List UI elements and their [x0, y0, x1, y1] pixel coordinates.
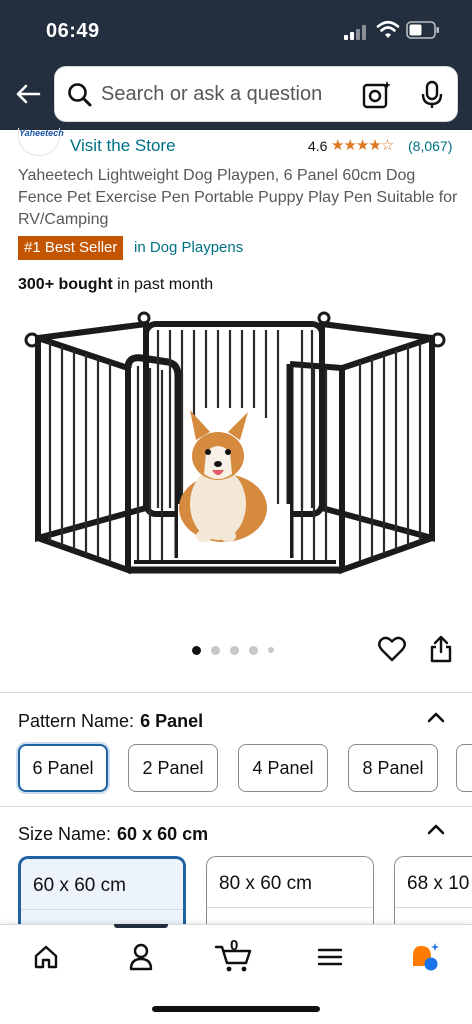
chevron-up-icon[interactable] [426, 710, 446, 724]
visit-store-link[interactable]: Visit the Store [70, 136, 176, 156]
camera-lens-icon[interactable] [361, 79, 393, 111]
size-option-label: 68 x 10 [407, 873, 470, 894]
pattern-label: Pattern Name: 6 Panel [18, 711, 203, 732]
pattern-option-8-panel[interactable]: 8 Panel [348, 744, 438, 792]
status-time: 06:49 [46, 20, 100, 42]
nav-rufus[interactable] [400, 939, 448, 975]
search-input[interactable]: Search or ask a question [54, 66, 458, 122]
size-option-68x10[interactable]: 68 x 10 [394, 856, 472, 928]
heart-icon[interactable] [378, 636, 406, 662]
image-carousel-dots[interactable] [192, 645, 274, 655]
menu-icon [317, 948, 343, 966]
store-logo-text: Yaheetech [19, 128, 64, 138]
carousel-dot[interactable] [211, 645, 220, 655]
product-image[interactable] [18, 308, 454, 608]
bought-count: 300+ bought [18, 276, 113, 293]
share-icon[interactable] [428, 634, 454, 664]
nav-menu[interactable] [306, 939, 354, 975]
back-arrow-icon [16, 84, 41, 104]
size-option-divider [21, 909, 183, 910]
home-indicator [152, 1006, 320, 1012]
carousel-dot[interactable] [230, 645, 239, 655]
nav-cart[interactable]: 0 [210, 937, 258, 975]
pattern-option-6-panel[interactable]: 6 Panel [18, 744, 108, 792]
size-option-80x60[interactable]: 80 x 60 cm [206, 856, 374, 928]
size-option-label: 80 x 60 cm [219, 873, 312, 894]
bought-in-past-month: 300+ bought in past month [18, 276, 213, 294]
back-button[interactable] [8, 76, 48, 112]
best-seller-badge[interactable]: #1 Best Seller [18, 236, 124, 260]
size-label: Size Name: 60 x 60 cm [18, 824, 208, 845]
rating-value: 4.6 [308, 138, 328, 154]
corgi-dog [179, 410, 267, 542]
product-title: Yaheetech Lightweight Dog Playpen, 6 Pan… [18, 167, 458, 228]
carousel-dot[interactable] [249, 645, 258, 655]
pattern-option-2-panel[interactable]: 2 Panel [128, 744, 218, 792]
size-option-divider [207, 907, 373, 908]
size-option-divider [395, 907, 472, 908]
carousel-dot[interactable] [268, 647, 274, 653]
search-placeholder: Search or ask a question [101, 83, 323, 105]
rufus-ai-icon [413, 943, 439, 971]
size-label-text: Size Name: [18, 824, 112, 844]
wifi-icon [376, 20, 400, 38]
carousel-dot[interactable] [192, 645, 201, 655]
size-option-label: 60 x 60 cm [33, 875, 126, 896]
nav-account[interactable] [117, 939, 165, 975]
nav-home[interactable] [22, 939, 70, 975]
bought-suffix: in past month [112, 276, 214, 293]
home-icon [34, 945, 58, 969]
cart-count: 0 [230, 937, 239, 954]
header-bar: 06:49 Search or ask a question [0, 0, 472, 130]
battery-icon [406, 21, 439, 39]
section-divider [0, 692, 472, 693]
search-icon [68, 83, 92, 107]
review-count-link[interactable]: (8,067) [408, 138, 452, 154]
best-seller-category-link[interactable]: in Dog Playpens [134, 239, 243, 256]
account-icon [129, 943, 153, 971]
section-divider [0, 806, 472, 807]
pattern-selected-value: 6 Panel [140, 711, 204, 731]
pattern-option-partial[interactable] [456, 744, 472, 792]
size-selected-value: 60 x 60 cm [117, 824, 209, 844]
chevron-up-icon[interactable] [426, 822, 446, 836]
nav-active-indicator [114, 924, 168, 928]
pattern-option-4-panel[interactable]: 4 Panel [238, 744, 328, 792]
microphone-icon[interactable] [417, 80, 447, 110]
cellular-signal-icon [344, 24, 370, 40]
star-rating-icon[interactable]: ★★★★☆ [331, 136, 394, 154]
pattern-label-text: Pattern Name: [18, 711, 135, 731]
size-option-60x60[interactable]: 60 x 60 cm [18, 856, 186, 928]
